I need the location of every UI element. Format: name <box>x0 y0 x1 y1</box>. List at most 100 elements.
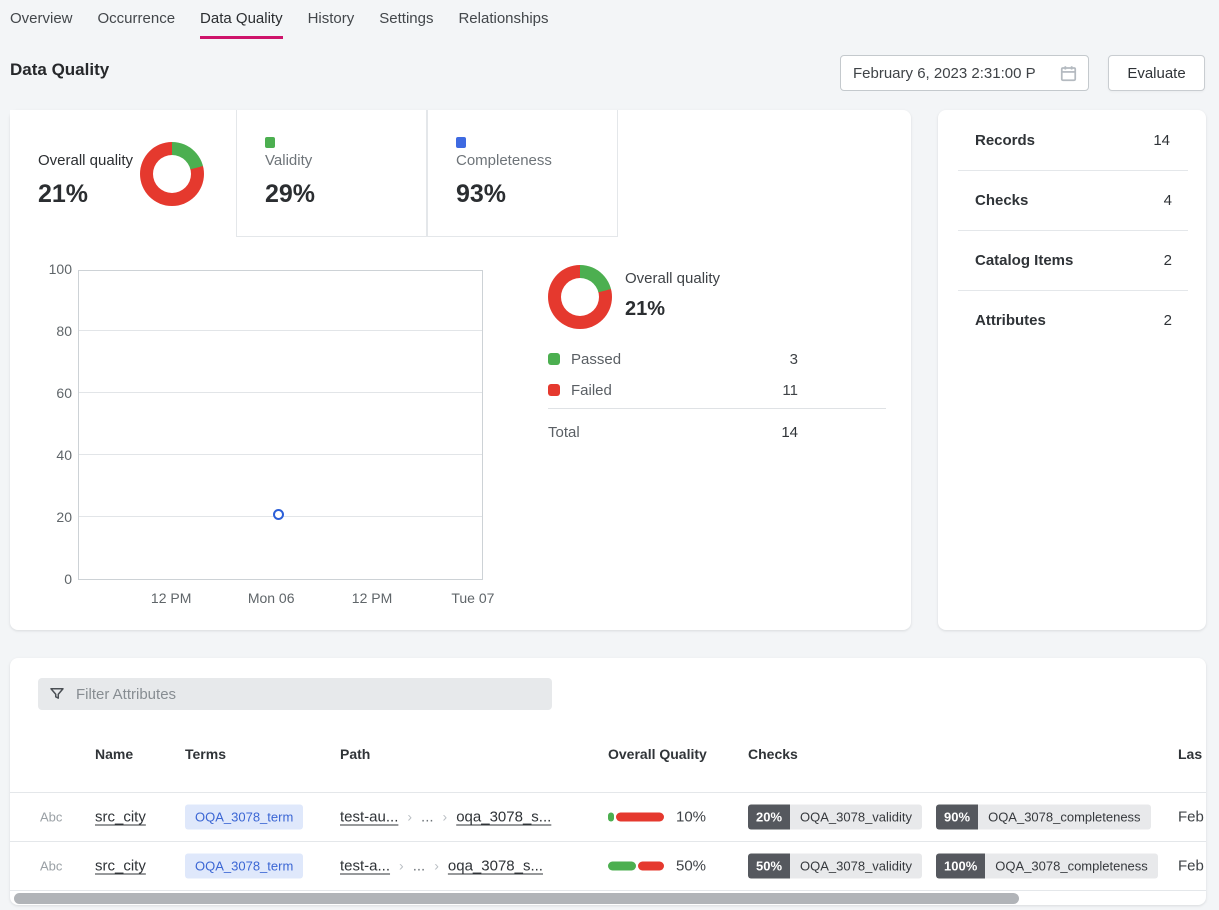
quality-bar-passed <box>608 862 636 871</box>
legend-row-passed: Passed3 <box>548 347 886 371</box>
check-chip-oqa-3078-completeness[interactable]: 100%OQA_3078_completeness <box>936 854 1158 879</box>
attribute-name-link[interactable]: src_city <box>95 858 146 875</box>
table-row: Abc src_city OQA_3078_term test-a... ›... › oq… <box>10 841 1206 890</box>
card-value: 93% <box>456 180 506 209</box>
check-name: OQA_3078_validity <box>790 854 922 879</box>
card-value: 29% <box>265 180 315 209</box>
path-breadcrumb: test-a... ›... › oqa_3078_s... <box>340 858 543 875</box>
filter-attributes-box <box>38 678 552 710</box>
check-percent-badge: 50% <box>748 854 790 879</box>
attribute-type-icon: Abc <box>40 859 62 874</box>
quality-card-overall-quality[interactable]: Overall quality 21% <box>10 110 236 237</box>
attribute-name-link[interactable]: src_city <box>95 809 146 826</box>
tab-data-quality[interactable]: Data Quality <box>200 10 283 39</box>
stat-row-checks: Checks4 <box>958 170 1188 230</box>
tab-bar: Overview Occurrence Data Quality History Set… <box>10 10 549 39</box>
summary-total-row: Total 14 <box>548 420 886 444</box>
check-chip-oqa-3078-validity[interactable]: 50%OQA_3078_validity <box>748 854 922 879</box>
legend-label: Failed <box>571 382 748 399</box>
term-chip[interactable]: OQA_3078_term <box>185 854 303 879</box>
legend-value: 3 <box>748 351 798 368</box>
path-ellipsis: ... <box>413 858 426 875</box>
stat-value: 14 <box>1153 132 1170 149</box>
path-link[interactable]: oqa_3078_s... <box>456 809 551 826</box>
chart-gridline <box>79 392 482 393</box>
y-axis-tick-label: 20 <box>10 509 72 525</box>
y-axis-tick-label: 100 <box>10 261 72 277</box>
check-name: OQA_3078_validity <box>790 805 922 830</box>
column-header-path: Path <box>340 746 370 762</box>
stat-label: Catalog Items <box>975 252 1164 269</box>
evaluate-button[interactable]: Evaluate <box>1108 55 1205 91</box>
column-header-terms: Terms <box>185 746 226 762</box>
column-header-name: Name <box>95 746 133 762</box>
term-chip[interactable]: OQA_3078_term <box>185 805 303 830</box>
path-link[interactable]: oqa_3078_s... <box>448 858 543 875</box>
chart-gridline <box>79 454 482 455</box>
chart-plot-area <box>78 270 483 580</box>
card-value: 21% <box>38 180 88 209</box>
quality-bar-failed <box>638 862 664 871</box>
path-link[interactable]: test-a... <box>340 858 390 875</box>
stat-value: 2 <box>1164 252 1172 269</box>
check-chip-oqa-3078-completeness[interactable]: 90%OQA_3078_completeness <box>936 805 1151 830</box>
quality-percent-label: 50% <box>676 858 706 875</box>
tab-relationships[interactable]: Relationships <box>458 10 548 39</box>
check-percent-badge: 100% <box>936 854 985 879</box>
check-percent-badge: 20% <box>748 805 790 830</box>
overall-quality-cell: 50% <box>608 858 706 875</box>
last-evaluated-cell: Feb <box>1178 809 1204 826</box>
card-marker-icon <box>265 137 275 148</box>
chevron-right-icon: › <box>434 858 439 874</box>
legend-label: Passed <box>571 351 748 368</box>
card-label: Overall quality <box>38 152 133 169</box>
tab-overview[interactable]: Overview <box>10 10 73 39</box>
tab-history[interactable]: History <box>308 10 355 39</box>
attributes-table-panel: NameTermsPathOverall QualityChecksLas Ab… <box>10 658 1206 905</box>
y-axis-tick-label: 0 <box>10 571 72 587</box>
stat-label: Records <box>975 132 1153 149</box>
summary-donut-value: 21% <box>625 298 665 321</box>
x-axis-tick-label: Mon 06 <box>226 590 316 606</box>
summary-divider <box>548 408 886 409</box>
path-ellipsis: ... <box>421 809 434 826</box>
quality-card-validity[interactable]: Validity29% <box>236 110 427 237</box>
legend-row-failed: Failed11 <box>548 378 886 402</box>
datetime-picker[interactable]: February 6, 2023 2:31:00 P <box>840 55 1089 91</box>
chevron-right-icon: › <box>443 809 448 825</box>
horizontal-scrollbar[interactable] <box>14 893 1019 904</box>
data-quality-page: Overview Occurrence Data Quality History Set… <box>0 0 1219 910</box>
path-link[interactable]: test-au... <box>340 809 398 826</box>
filter-attributes-input[interactable] <box>76 686 542 703</box>
last-evaluated-cell: Feb <box>1178 858 1204 875</box>
quality-bar <box>608 862 664 871</box>
column-header-overall-quality: Overall Quality <box>608 746 707 762</box>
tab-occurrence[interactable]: Occurrence <box>98 10 176 39</box>
card-donut-chart <box>140 142 204 206</box>
y-axis-tick-label: 40 <box>10 447 72 463</box>
passed-marker-icon <box>548 353 560 365</box>
attr-table-header: NameTermsPathOverall QualityChecksLas <box>10 746 1206 770</box>
check-name: OQA_3078_completeness <box>978 805 1150 830</box>
y-axis-tick-label: 80 <box>10 323 72 339</box>
stat-label: Checks <box>975 192 1164 209</box>
y-axis-tick-label: 60 <box>10 385 72 401</box>
checks-cell: 50%OQA_3078_validity 100%OQA_3078_complet… <box>748 854 1158 879</box>
filter-icon <box>48 685 66 703</box>
quality-bar-passed <box>608 813 614 822</box>
stat-value: 4 <box>1164 192 1172 209</box>
chart-gridline <box>79 330 482 331</box>
page-title: Data Quality <box>10 60 109 80</box>
check-chip-oqa-3078-validity[interactable]: 20%OQA_3078_validity <box>748 805 922 830</box>
quality-card-completeness[interactable]: Completeness93% <box>427 110 618 237</box>
total-label: Total <box>548 424 748 441</box>
chevron-right-icon: › <box>407 809 412 825</box>
table-bottom-border <box>10 890 1206 891</box>
quality-bar <box>608 813 664 822</box>
tab-settings[interactable]: Settings <box>379 10 433 39</box>
summary-donut <box>548 265 612 329</box>
overall-quality-cell: 10% <box>608 809 706 826</box>
chevron-right-icon: › <box>399 858 404 874</box>
check-percent-badge: 90% <box>936 805 978 830</box>
stat-row-catalog-items: Catalog Items2 <box>958 230 1188 290</box>
